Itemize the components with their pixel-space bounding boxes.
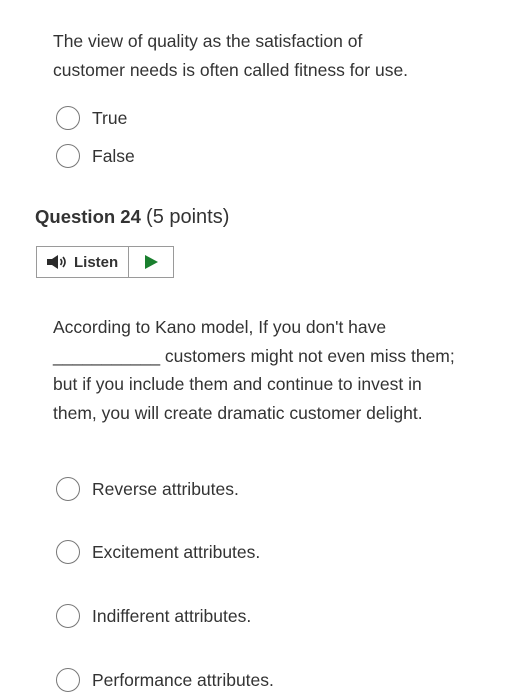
speaker-icon: [47, 255, 66, 269]
radio-button[interactable]: [56, 144, 80, 168]
question-title: Question 24 (5 points): [35, 206, 229, 229]
question-points: (5 points): [146, 206, 230, 228]
option-true[interactable]: True: [56, 104, 127, 132]
question-prompt: According to Kano model, If you don't ha…: [53, 313, 455, 427]
statement-line: customer needs is often called fitness f…: [53, 59, 409, 80]
option-label: Excitement attributes.: [92, 541, 261, 562]
prompt-line: According to Kano model, If you don't ha…: [53, 317, 387, 337]
prompt-line: but if you include them and continue to …: [53, 374, 422, 394]
option-indifferent-attributes[interactable]: Indifferent attributes.: [56, 602, 251, 630]
statement-line: The view of quality as the satisfaction …: [53, 31, 363, 51]
play-button[interactable]: [129, 247, 173, 277]
option-label: Performance attributes.: [92, 669, 274, 690]
option-false[interactable]: False: [56, 142, 135, 170]
listen-control: Listen: [36, 246, 174, 278]
radio-button[interactable]: [56, 604, 80, 628]
question-statement: The view of quality as the satisfaction …: [53, 27, 408, 84]
question-number: Question 24: [35, 206, 141, 227]
option-label: Reverse attributes.: [92, 478, 239, 499]
listen-button[interactable]: Listen: [37, 247, 129, 277]
radio-button[interactable]: [56, 540, 80, 564]
option-reverse-attributes[interactable]: Reverse attributes.: [56, 475, 239, 503]
option-label: Indifferent attributes.: [92, 605, 252, 626]
radio-button[interactable]: [56, 668, 80, 692]
option-label: False: [92, 145, 135, 166]
option-excitement-attributes[interactable]: Excitement attributes.: [56, 538, 260, 566]
listen-label: Listen: [74, 253, 119, 271]
prompt-line: ___________ customers might not even mis…: [53, 345, 455, 366]
option-performance-attributes[interactable]: Performance attributes.: [56, 666, 274, 694]
radio-button[interactable]: [56, 106, 80, 130]
prompt-line: them, you will create dramatic customer …: [53, 402, 423, 423]
play-icon: [145, 255, 158, 269]
radio-button[interactable]: [56, 477, 80, 501]
option-label: True: [92, 107, 128, 128]
